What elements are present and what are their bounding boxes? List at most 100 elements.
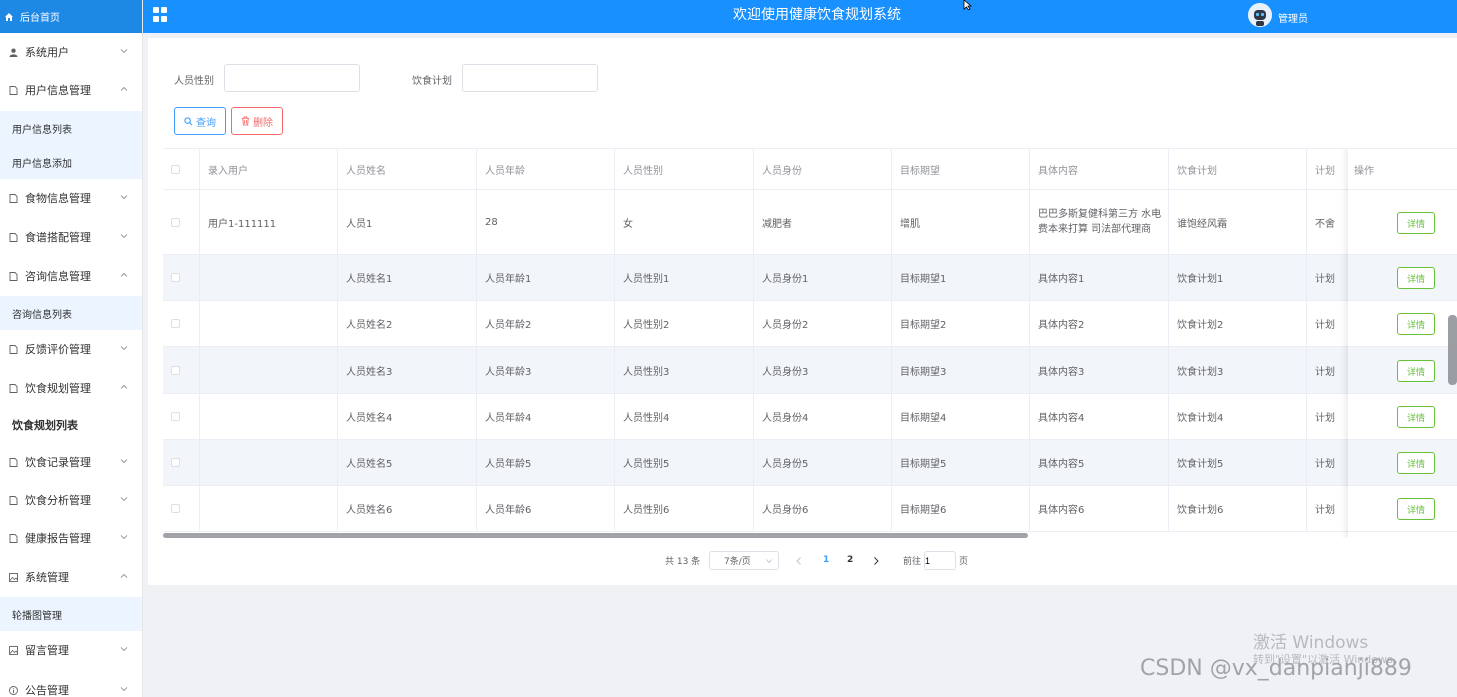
table-cell: 具体内容2 [1030,301,1169,346]
table-cell: 饮食计划3 [1169,347,1307,393]
picture-icon [9,645,18,655]
row-checkbox-cell [163,301,200,346]
query-button[interactable]: 查询 [174,107,226,135]
avatar[interactable] [1248,3,1272,27]
column-header: 人员身份 [754,149,892,189]
column-header: 录入用户 [200,149,338,189]
chevron-up-icon [120,272,128,277]
sidebar-item-0[interactable]: 系统用户 [0,33,142,71]
action-cell: 详情 [1348,486,1457,532]
sidebar-subitem-7[interactable]: 咨询信息列表 [0,296,142,330]
sidebar-item-1[interactable]: 用户信息管理 [0,71,142,109]
mouse-cursor-icon [963,0,973,10]
table-cell: 用户1-111111 [200,190,338,254]
table-cell: 饮食计划6 [1169,486,1307,531]
pagination-total: 共 13 条 [665,556,701,567]
table-cell: 人员身份2 [754,301,892,346]
sidebar-item-5[interactable]: 食谱搭配管理 [0,218,142,256]
sidebar-subitem-10[interactable]: 饮食规划列表 [0,408,142,442]
sidebar-item-14[interactable]: 系统管理 [0,558,142,596]
table-header: 录入用户 人员姓名 人员年龄 人员性别 人员身份 目标期望 具体内容 饮食计划 计划 [163,149,1457,190]
table-cell: 目标期望1 [892,255,1030,300]
table-cell: 人员性别3 [615,347,754,393]
sidebar-item-label: 食谱搭配管理 [25,231,91,244]
table-cell: 具体内容5 [1030,440,1169,485]
sidebar-item-12[interactable]: 饮食分析管理 [0,481,142,519]
next-page-icon[interactable] [873,557,879,565]
sidebar-item-6[interactable]: 咨询信息管理 [0,257,142,295]
row-checkbox[interactable] [171,365,180,375]
sidebar-subitem-15[interactable]: 轮播图管理 [0,597,142,631]
action-cell: 详情 [1348,347,1457,394]
page-number-1[interactable]: 1 [823,550,829,570]
plan-input[interactable] [462,64,598,92]
column-header: 人员性别 [615,149,754,189]
sidebar-item-label: 反馈评价管理 [25,343,91,356]
detail-button[interactable]: 详情 [1397,267,1435,289]
delete-button[interactable]: 删除 [231,107,283,135]
chevron-down-icon [120,234,128,239]
doc-icon [9,232,18,242]
gender-label: 人员性别 [174,76,214,87]
detail-button[interactable]: 详情 [1397,498,1435,520]
detail-button[interactable]: 详情 [1397,452,1435,474]
detail-button[interactable]: 详情 [1397,313,1435,335]
table-cell: 增肌 [892,190,1030,254]
row-checkbox[interactable] [171,458,180,467]
query-button-label: 查询 [196,117,216,129]
sidebar-item-9[interactable]: 饮食规划管理 [0,369,142,407]
sidebar-subitem-label: 饮食规划列表 [12,419,78,432]
chevron-down-icon [120,535,128,540]
sidebar-item-13[interactable]: 健康报告管理 [0,519,142,557]
table-cell: 28 [477,190,615,254]
row-checkbox[interactable] [171,504,180,513]
sidebar-item-17[interactable]: 公告管理 [0,671,142,697]
windows-activation-title: 激活 Windows [1253,633,1369,653]
table-cell: 人员1 [338,190,477,254]
detail-button[interactable]: 详情 [1397,212,1435,234]
column-header: 人员年龄 [477,149,615,189]
prev-page-icon[interactable] [796,557,802,565]
table-cell: 饮食计划2 [1169,301,1307,346]
table-cell: 人员姓名1 [338,255,477,300]
table-cell: 具体内容3 [1030,347,1169,393]
row-checkbox-cell [163,486,200,531]
sidebar-item-11[interactable]: 饮食记录管理 [0,443,142,481]
table-horizontal-scrollbar[interactable] [163,533,1028,538]
chevron-down-icon [120,459,128,464]
sidebar: 系统用户 用户信息管理 用户信息列表 用户信息添加 食物信息管理食谱搭配管理咨询信息管理… [0,33,143,697]
table-cell: 人员姓名3 [338,347,477,393]
table-cell: 目标期望4 [892,394,1030,439]
select-all-checkbox[interactable] [171,164,180,174]
sidebar-subitem-3[interactable]: 用户信息添加 [0,145,142,179]
row-checkbox[interactable] [171,217,180,227]
sidebar-item-4[interactable]: 食物信息管理 [0,179,142,217]
row-checkbox[interactable] [171,273,180,282]
row-checkbox[interactable] [171,319,180,328]
sidebar-item-16[interactable]: 留言管理 [0,631,142,669]
goto-page-input[interactable] [924,551,956,570]
table-row: 人员姓名4 人员年龄4 人员性别4 人员身份4 目标期望4 具体内容4 饮食计划4 计划 [163,394,1457,440]
page-vertical-scrollbar[interactable] [1448,315,1457,385]
column-header: 人员姓名 [338,149,477,189]
detail-button[interactable]: 详情 [1397,360,1435,382]
user-icon [9,48,18,57]
gender-input[interactable] [224,64,360,92]
user-name[interactable]: 管理员 [1278,10,1308,25]
chevron-down-icon [120,497,128,502]
table-cell: 女 [615,190,754,254]
detail-button[interactable]: 详情 [1397,406,1435,428]
doc-icon [9,344,18,354]
table-cell: 人员年龄4 [477,394,615,439]
page-size-select[interactable]: 7条/页 [709,551,779,570]
table-cell: 人员性别1 [615,255,754,300]
sidebar-item-8[interactable]: 反馈评价管理 [0,330,142,368]
sidebar-subitem-2[interactable]: 用户信息列表 [0,111,142,145]
table-cell [200,347,338,393]
table-cell: 谁饱经风霜 [1169,190,1307,254]
table-row: 人员姓名1 人员年龄1 人员性别1 人员身份1 目标期望1 具体内容1 饮食计划1 计划 [163,255,1457,301]
row-checkbox[interactable] [171,412,180,421]
page-suffix: 页 [959,556,969,567]
table-cell: 饮食计划5 [1169,440,1307,485]
page-number-2[interactable]: 2 [847,550,853,570]
